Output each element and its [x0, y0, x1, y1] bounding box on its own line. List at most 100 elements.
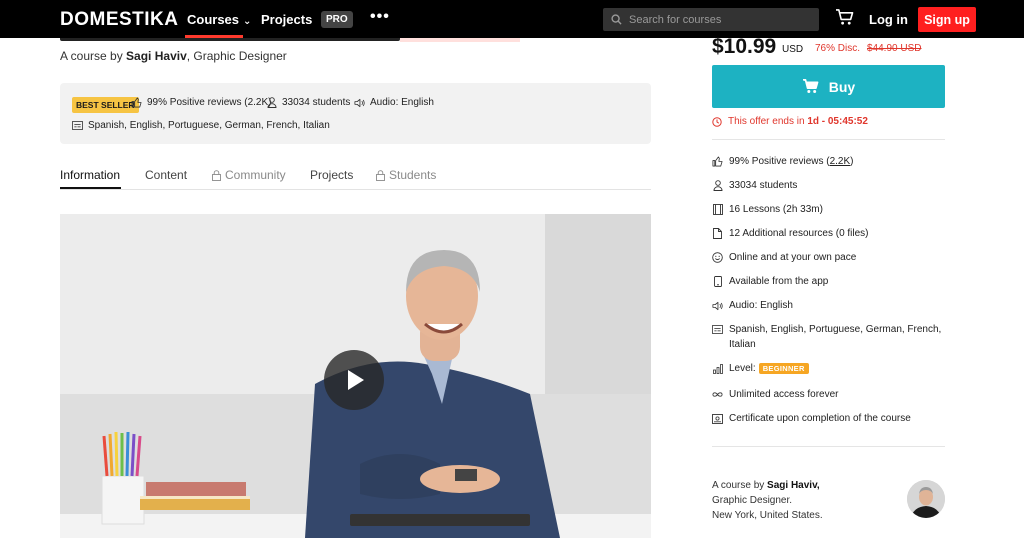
feature-subtitles: Spanish, English, Portuguese, German, Fr…	[712, 322, 945, 352]
price-currency: USD	[782, 44, 804, 55]
subtitles-icon	[72, 121, 83, 130]
user-icon	[713, 180, 722, 191]
offer-countdown: This offer ends in 1d - 05:45:52	[712, 116, 868, 127]
lock-icon	[376, 169, 385, 181]
author-location: New York, United States.	[712, 510, 823, 521]
buy-button[interactable]: Buy	[712, 65, 945, 108]
tab-projects-label: Projects	[310, 168, 354, 182]
nav-courses-label: Courses	[187, 12, 240, 27]
feature-certificate: Certificate upon completion of the cours…	[712, 411, 945, 426]
feature-lessons: 16 Lessons (2h 33m)	[712, 202, 945, 217]
lock-icon	[212, 169, 221, 181]
feature-app: Available from the app	[712, 274, 945, 289]
certificate-icon	[712, 413, 723, 424]
smile-icon	[712, 252, 723, 263]
search-input[interactable]	[629, 13, 809, 26]
feature-students-text: 33034 students	[729, 180, 798, 191]
offer-prefix: This offer ends in	[728, 116, 805, 127]
course-tabs: Information Content Community Projects S…	[60, 166, 651, 190]
author-prefix: A course by	[712, 480, 765, 491]
feature-audio: Audio: English	[712, 298, 945, 313]
domestika-logo[interactable]: DOMESTIKA	[60, 9, 179, 31]
author-name-link[interactable]: Sagi Haviv,	[767, 480, 820, 491]
course-summary-box: BEST SELLER 99% Positive reviews (2.2K) …	[60, 83, 651, 144]
tab-content[interactable]: Content	[145, 168, 187, 182]
mobile-icon	[713, 276, 722, 287]
bars-icon	[712, 363, 723, 374]
divider	[712, 139, 945, 140]
subtitles-summary: Spanish, English, Portuguese, German, Fr…	[72, 120, 330, 131]
buy-label: Buy	[828, 78, 856, 95]
feature-app-text: Available from the app	[729, 276, 829, 287]
top-nav: DOMESTIKA Courses⌄ Projects PRO ••• Log …	[0, 0, 1024, 38]
subtitles-text: Spanish, English, Portuguese, German, Fr…	[88, 120, 330, 131]
audio-text: Audio: English	[370, 97, 434, 108]
level-badge: BEGINNER	[758, 363, 809, 374]
tab-students[interactable]: Students	[376, 168, 436, 182]
play-button[interactable]	[324, 350, 384, 410]
feature-certificate-text: Certificate upon completion of the cours…	[729, 413, 911, 424]
reviews-link[interactable]: 2.2K	[830, 156, 851, 167]
discount-label: 76% Disc.	[815, 43, 861, 54]
file-icon	[713, 228, 722, 239]
subtitles-icon	[712, 325, 723, 334]
search-bar[interactable]	[603, 8, 819, 31]
play-icon	[348, 370, 364, 390]
course-byline: A course by Sagi Haviv, Graphic Designer	[60, 49, 287, 63]
speaker-icon	[354, 98, 365, 107]
thumbs-up-icon	[712, 156, 723, 167]
infinity-icon	[712, 392, 723, 397]
byline-role: , Graphic Designer	[186, 49, 287, 63]
feature-resources-text: 12 Additional resources (0 files)	[729, 228, 869, 239]
reviews-prefix: 99% Positive reviews (	[729, 156, 830, 167]
more-menu-icon[interactable]: •••	[370, 8, 390, 26]
course-title-cropped	[60, 38, 520, 42]
feature-access-text: Unlimited access forever	[729, 389, 839, 400]
chevron-down-icon: ⌄	[243, 16, 252, 27]
tab-projects[interactable]: Projects	[310, 168, 353, 182]
feature-audio-text: Audio: English	[729, 300, 793, 311]
byline-prefix: A course by	[60, 49, 123, 63]
original-price: $44.90 USD	[867, 43, 922, 54]
reviews-summary: 99% Positive reviews (2.2K)	[131, 97, 272, 108]
feature-students: 33034 students	[712, 178, 945, 193]
thumbs-up-icon	[131, 97, 142, 108]
author-avatar[interactable]	[907, 480, 945, 518]
offer-time: 1d - 05:45:52	[807, 116, 868, 127]
course-video-player[interactable]	[60, 214, 651, 538]
cart-icon[interactable]	[835, 9, 854, 31]
author-card: A course by Sagi Haviv, Graphic Designer…	[712, 478, 823, 523]
audio-summary: Audio: English	[354, 97, 434, 108]
nav-pro-badge[interactable]: PRO	[321, 11, 353, 28]
tab-students-label: Students	[389, 168, 437, 182]
tab-content-label: Content	[145, 168, 188, 182]
tab-information[interactable]: Information	[60, 168, 120, 182]
feature-pace-text: Online and at your own pace	[729, 252, 857, 263]
tab-community[interactable]: Community	[212, 168, 286, 182]
best-seller-badge: BEST SELLER	[72, 97, 139, 113]
nav-courses[interactable]: Courses ⌄	[187, 12, 251, 27]
divider	[712, 446, 945, 447]
active-tab-indicator	[60, 187, 121, 189]
reviews-text: 99% Positive reviews (2.2K)	[147, 97, 272, 108]
speaker-icon	[712, 301, 723, 310]
feature-access: Unlimited access forever	[712, 387, 945, 402]
tab-information-label: Information	[60, 168, 121, 182]
cart-icon	[802, 79, 819, 93]
current-price: $10.99	[712, 35, 777, 58]
feature-resources: 12 Additional resources (0 files)	[712, 226, 945, 241]
feature-level: Level: BEGINNER	[712, 361, 945, 376]
login-link[interactable]: Log in	[869, 12, 908, 27]
film-icon	[712, 204, 723, 215]
feature-reviews: 99% Positive reviews (2.2K)	[712, 154, 945, 169]
nav-projects[interactable]: Projects	[261, 12, 312, 27]
students-summary: 33034 students	[267, 97, 350, 108]
feature-pace: Online and at your own pace	[712, 250, 945, 265]
author-role: Graphic Designer.	[712, 495, 793, 506]
feature-subtitles-text: Spanish, English, Portuguese, German, Fr…	[729, 324, 942, 350]
search-icon	[611, 14, 622, 25]
students-text: 33034 students	[282, 97, 351, 108]
signup-button[interactable]: Sign up	[918, 7, 976, 32]
byline-author-link[interactable]: Sagi Haviv	[126, 49, 187, 63]
user-icon	[267, 97, 277, 108]
